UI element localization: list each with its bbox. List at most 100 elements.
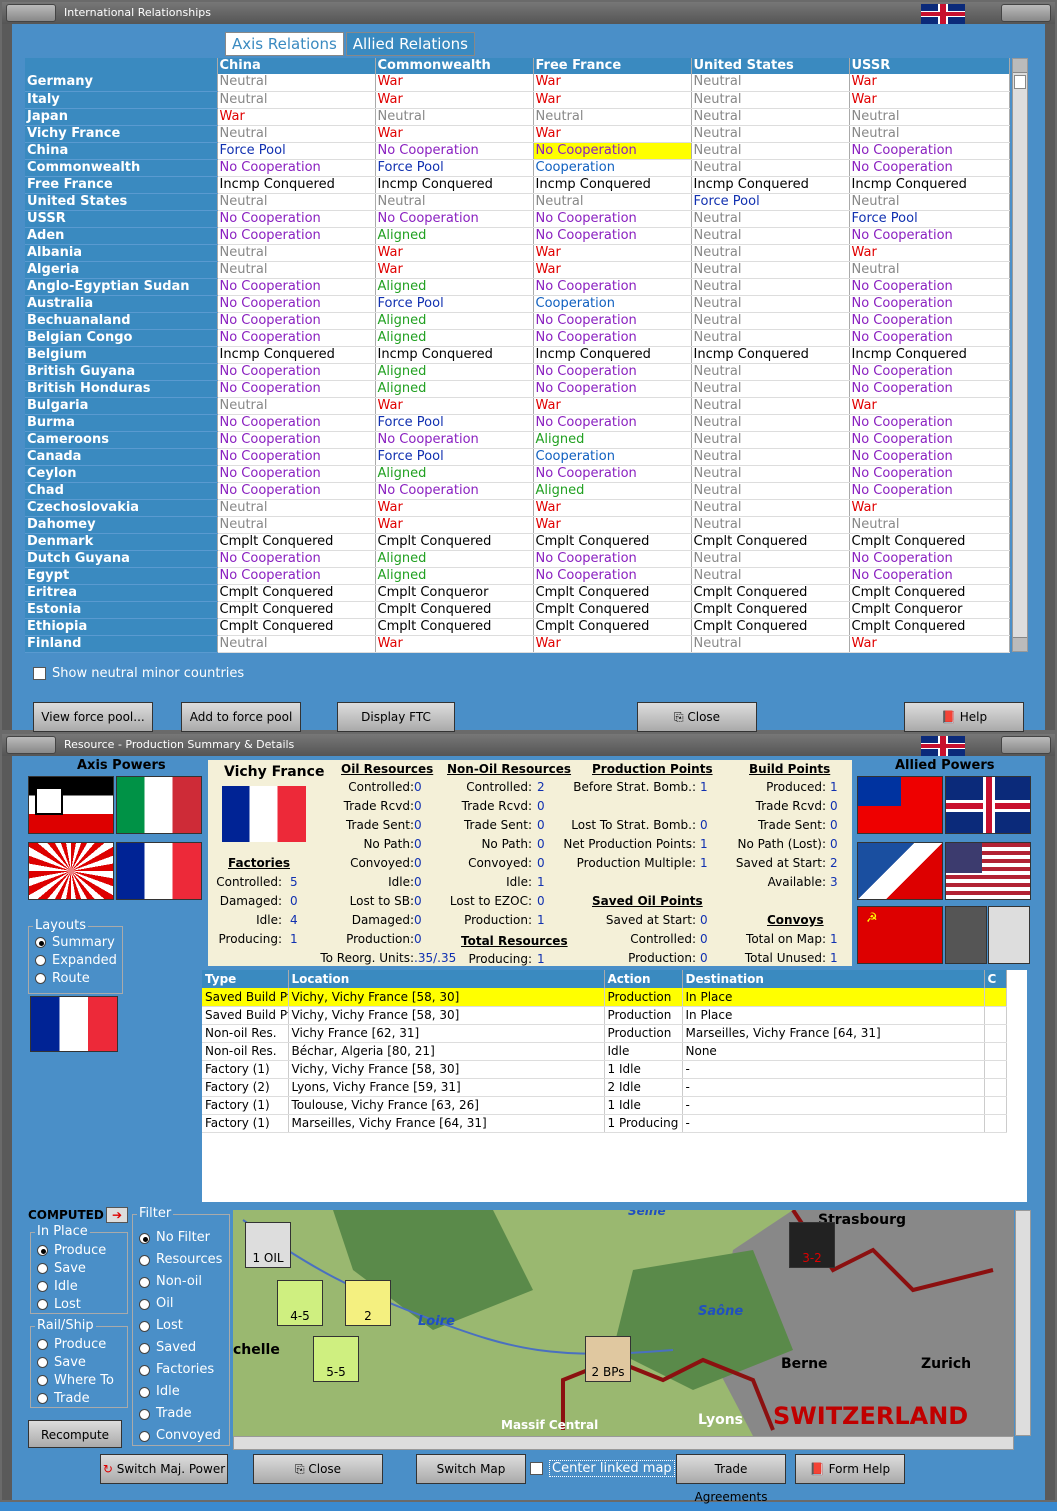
radio-icon[interactable]	[139, 1386, 150, 1398]
relation-cell[interactable]: Neutral	[691, 261, 850, 279]
relation-cell[interactable]: No Cooperation	[533, 550, 692, 568]
relation-cell[interactable]: War	[533, 499, 692, 517]
relation-cell[interactable]: Cmplt Conquered	[691, 533, 850, 551]
relation-cell[interactable]: No Cooperation	[217, 329, 376, 347]
rail-ship-radio[interactable]: Trade	[31, 1389, 127, 1407]
relation-cell[interactable]: War	[533, 125, 692, 143]
relation-cell[interactable]: No Cooperation	[533, 465, 692, 483]
relation-cell[interactable]: No Cooperation	[217, 159, 376, 177]
relation-cell[interactable]: No Cooperation	[849, 142, 1010, 160]
relation-cell[interactable]: No Cooperation	[533, 414, 692, 432]
display-ftc-button[interactable]: Display FTC	[337, 702, 455, 732]
radio-icon[interactable]	[139, 1254, 150, 1266]
relation-cell[interactable]: Neutral	[691, 448, 850, 466]
relation-cell[interactable]: Neutral	[691, 278, 850, 296]
relation-cell[interactable]: Incmp Conquered	[691, 346, 850, 364]
radio-icon[interactable]	[37, 1374, 48, 1386]
relation-cell[interactable]: Cooperation	[533, 448, 692, 466]
relation-cell[interactable]: War	[533, 635, 692, 653]
relation-cell[interactable]: Neutral	[217, 499, 376, 517]
relation-cell[interactable]: Incmp Conquered	[217, 176, 376, 194]
relation-cell[interactable]: No Cooperation	[375, 210, 534, 228]
rail-ship-radio[interactable]: Where To	[31, 1371, 127, 1389]
relation-cell[interactable]: Neutral	[691, 431, 850, 449]
relation-cell[interactable]: Neutral	[375, 193, 534, 211]
layout-radio[interactable]: Summary	[29, 933, 122, 951]
relation-cell[interactable]: Incmp Conquered	[691, 176, 850, 194]
ussr-flag-button[interactable]: ☭	[857, 906, 943, 964]
italy-flag-button[interactable]	[116, 776, 202, 834]
relation-cell[interactable]: No Cooperation	[849, 295, 1010, 313]
relation-cell[interactable]: No Cooperation	[217, 380, 376, 398]
add-to-force-pool-button[interactable]: Add to force pool	[181, 702, 301, 732]
relation-cell[interactable]: Incmp Conquered	[533, 346, 692, 364]
relation-cell[interactable]: Cmplt Conquered	[691, 584, 850, 602]
scroll-thumb[interactable]	[1014, 75, 1026, 89]
radio-icon[interactable]	[139, 1364, 150, 1376]
radio-icon[interactable]	[139, 1320, 150, 1332]
relation-cell[interactable]: No Cooperation	[533, 380, 692, 398]
radio-icon[interactable]	[37, 1298, 48, 1310]
relation-cell[interactable]: Neutral	[691, 499, 850, 517]
filter-radio[interactable]: Idle	[133, 1381, 229, 1403]
relation-cell[interactable]: Incmp Conquered	[849, 176, 1010, 194]
column-header[interactable]: United States	[691, 58, 850, 74]
japan-flag-button[interactable]	[28, 842, 114, 900]
map-counter[interactable]: 2	[345, 1280, 391, 1326]
relation-cell[interactable]: Neutral	[217, 261, 376, 279]
relation-cell[interactable]: Cmplt Conquered	[375, 618, 534, 636]
relation-cell[interactable]: Aligned	[375, 380, 534, 398]
relation-cell[interactable]: Neutral	[691, 210, 850, 228]
relation-cell[interactable]: No Cooperation	[533, 278, 692, 296]
filter-radio[interactable]: Convoyed	[133, 1425, 229, 1447]
relation-cell[interactable]: No Cooperation	[217, 482, 376, 500]
relation-cell[interactable]: War	[849, 397, 1010, 415]
relation-cell[interactable]: Cooperation	[533, 159, 692, 177]
relation-cell[interactable]: Neutral	[691, 227, 850, 245]
detail-column-header[interactable]: Action	[604, 970, 683, 988]
relation-cell[interactable]: Neutral	[691, 635, 850, 653]
relation-cell[interactable]: Neutral	[849, 108, 1010, 126]
detail-column-header[interactable]: C	[984, 970, 1007, 988]
relation-cell[interactable]: Cmplt Conquered	[375, 601, 534, 619]
detail-column-header[interactable]: Type	[202, 970, 289, 988]
relation-cell[interactable]: Neutral	[849, 261, 1010, 279]
relation-cell[interactable]: War	[375, 397, 534, 415]
radio-icon[interactable]	[35, 936, 46, 948]
relation-cell[interactable]: No Cooperation	[849, 363, 1010, 381]
tab-axis-relations[interactable]: Axis Relations	[225, 32, 344, 56]
relation-cell[interactable]: Force Pool	[375, 295, 534, 313]
radio-icon[interactable]	[139, 1342, 150, 1354]
filter-radio[interactable]: Lost	[133, 1315, 229, 1337]
relation-cell[interactable]: Cmplt Conqueror	[849, 601, 1010, 619]
relation-cell[interactable]: No Cooperation	[849, 482, 1010, 500]
relation-cell[interactable]: No Cooperation	[375, 482, 534, 500]
relation-cell[interactable]: Cmplt Conquered	[533, 584, 692, 602]
filter-radio[interactable]: Resources	[133, 1249, 229, 1271]
relation-cell[interactable]: No Cooperation	[217, 567, 376, 585]
relation-cell[interactable]: Cmplt Conquered	[217, 601, 376, 619]
relation-cell[interactable]: Neutral	[217, 635, 376, 653]
relation-cell[interactable]: No Cooperation	[217, 210, 376, 228]
tab-allied-relations[interactable]: Allied Relations	[345, 32, 475, 56]
column-header[interactable]: China	[217, 58, 376, 74]
relation-cell[interactable]: War	[849, 91, 1010, 109]
relation-cell[interactable]: Incmp Conquered	[217, 346, 376, 364]
in-place-radio[interactable]: Lost	[31, 1295, 127, 1313]
relation-cell[interactable]: War	[375, 91, 534, 109]
relation-cell[interactable]: Neutral	[691, 465, 850, 483]
close-button-2[interactable]: ⎘ Close	[253, 1454, 383, 1484]
radio-icon[interactable]	[139, 1298, 150, 1310]
relations-scrollbar[interactable]	[1012, 58, 1028, 652]
radio-icon[interactable]	[139, 1408, 150, 1420]
relation-cell[interactable]: Cmplt Conquered	[849, 533, 1010, 551]
relation-cell[interactable]: Neutral	[533, 108, 692, 126]
relation-cell[interactable]: No Cooperation	[375, 431, 534, 449]
relation-cell[interactable]: Incmp Conquered	[533, 176, 692, 194]
relation-cell[interactable]: Neutral	[533, 193, 692, 211]
relation-cell[interactable]: Cmplt Conquered	[849, 618, 1010, 636]
relation-cell[interactable]: Cmplt Conquered	[217, 618, 376, 636]
relation-cell[interactable]: No Cooperation	[533, 142, 692, 160]
relation-cell[interactable]: Neutral	[691, 312, 850, 330]
center-linked-map-row[interactable]: Center linked map	[530, 1460, 675, 1477]
